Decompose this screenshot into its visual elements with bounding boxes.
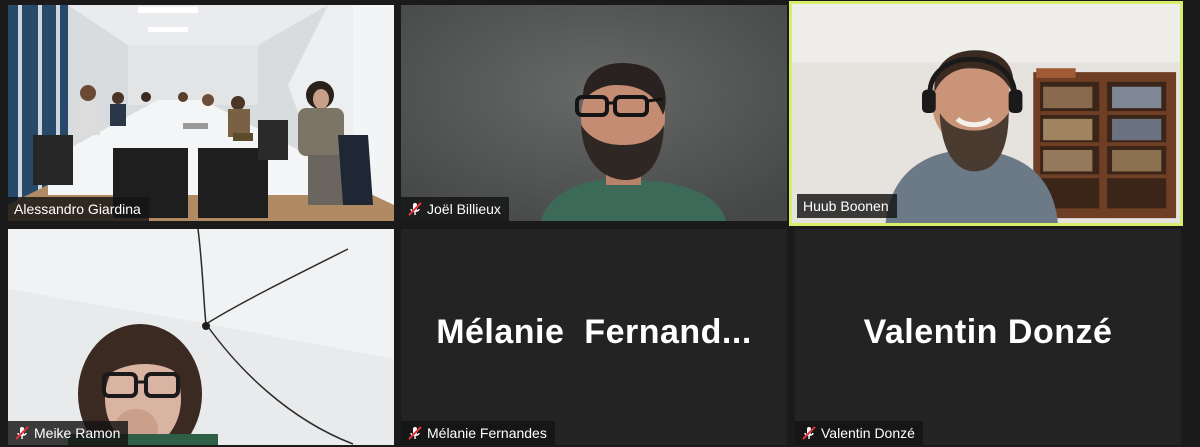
microphone-muted-icon: [15, 426, 29, 440]
video-feed-conference-room: [8, 5, 394, 221]
participant-name: Valentin Donzé: [821, 425, 915, 441]
participant-nameplate: Valentin Donzé: [795, 421, 923, 445]
participant-name: Meike Ramon: [34, 425, 121, 441]
video-gallery: Alessandro Giardina Joël Billieux Huub B…: [0, 0, 1200, 447]
video-feed-man-headset-bookshelf: [792, 4, 1180, 223]
participant-display-name: Mélanie Fernand...: [436, 313, 752, 351]
participant-name: Mélanie Fernandes: [427, 425, 547, 441]
participant-name: Huub Boonen: [803, 198, 889, 214]
participant-tile-meike-ramon[interactable]: Meike Ramon: [8, 229, 394, 445]
participant-tile-alessandro-giardina[interactable]: Alessandro Giardina: [8, 5, 394, 221]
video-feed-woman-glasses: [8, 229, 394, 445]
participant-tile-valentin-donze[interactable]: Valentin Donzé Valentin Donzé: [795, 229, 1181, 445]
participant-nameplate: Joël Billieux: [401, 197, 509, 221]
participant-nameplate: Alessandro Giardina: [8, 197, 149, 221]
microphone-muted-icon: [802, 426, 816, 440]
participant-name: Joël Billieux: [427, 201, 501, 217]
participant-nameplate: Huub Boonen: [797, 194, 897, 218]
participant-tile-joel-billieux[interactable]: Joël Billieux: [401, 5, 787, 221]
video-feed-man-glasses-beard: [401, 5, 787, 221]
participant-nameplate: Meike Ramon: [8, 421, 129, 445]
microphone-muted-icon: [408, 426, 422, 440]
microphone-muted-icon: [408, 202, 422, 216]
participant-name: Alessandro Giardina: [14, 201, 141, 217]
participant-tile-huub-boonen[interactable]: Huub Boonen: [789, 1, 1183, 226]
participant-display-name: Valentin Donzé: [863, 313, 1113, 351]
participant-tile-melanie-fernandes[interactable]: Mélanie Fernand... Mélanie Fernandes: [401, 229, 787, 445]
participant-nameplate: Mélanie Fernandes: [401, 421, 555, 445]
